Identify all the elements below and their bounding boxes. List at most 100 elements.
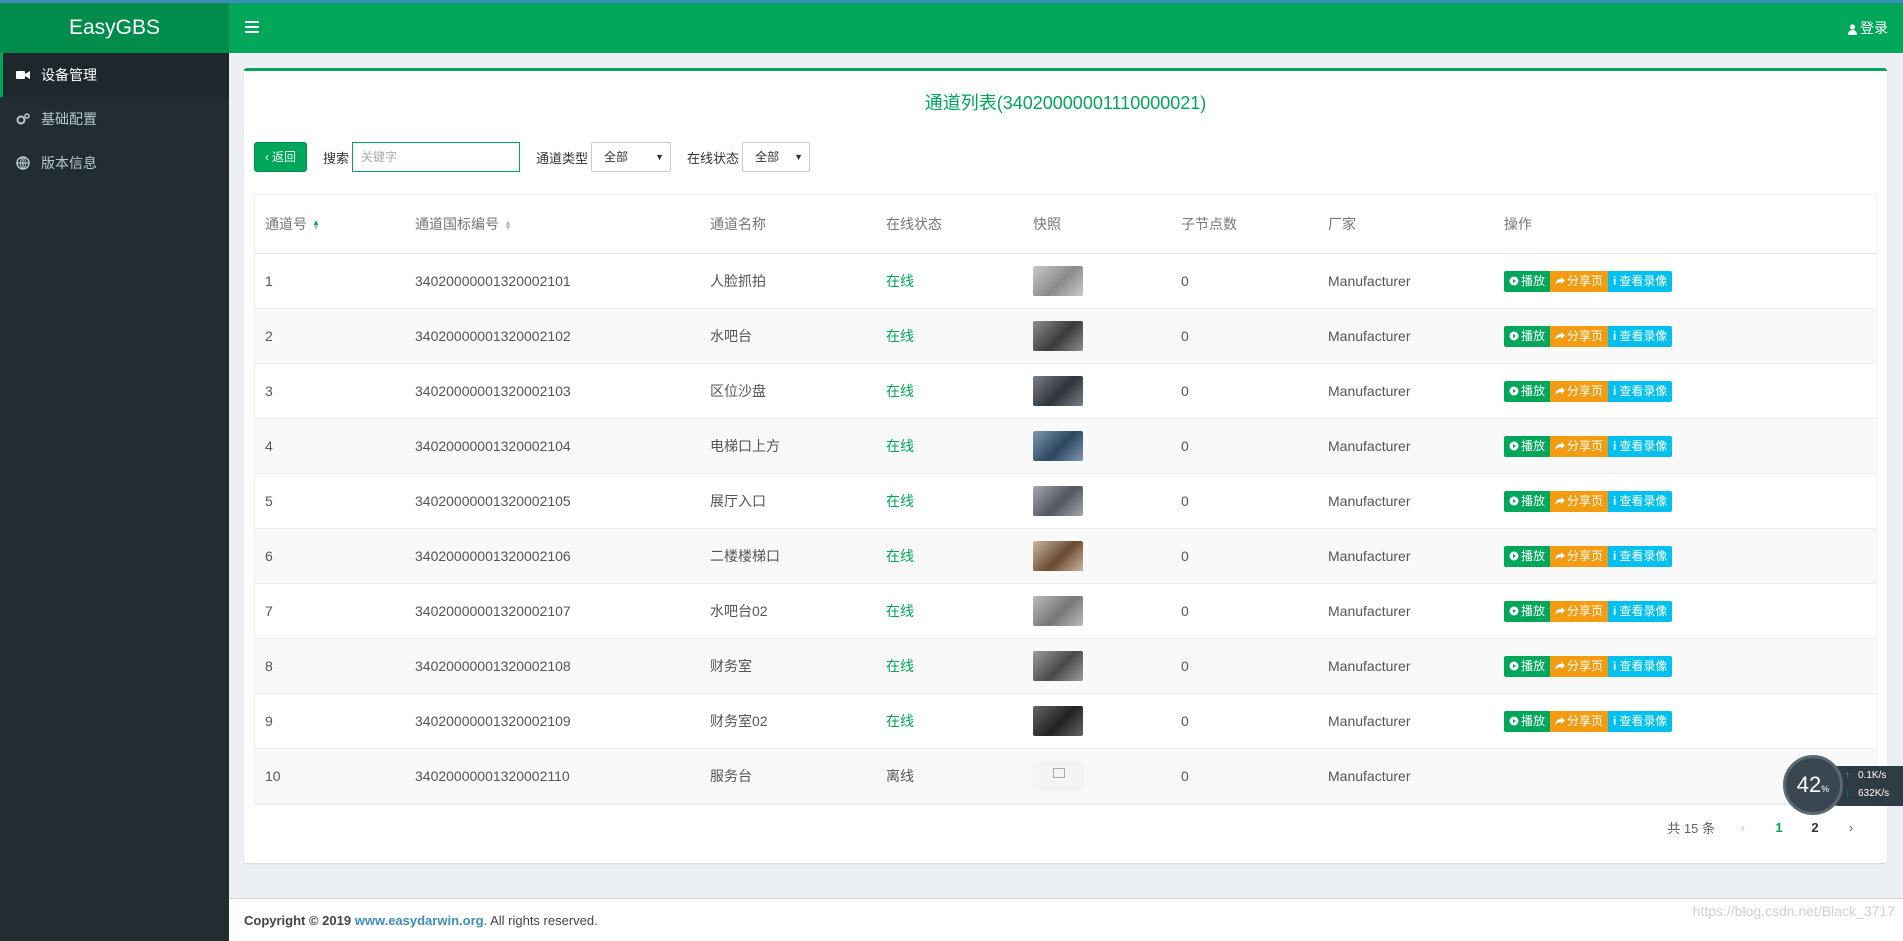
cell-snapshot xyxy=(1023,706,1171,736)
snapshot-thumbnail[interactable] xyxy=(1033,431,1083,461)
page-button-1[interactable]: 1 xyxy=(1761,820,1797,835)
info-icon: i xyxy=(1613,438,1617,453)
play-button[interactable]: 播放 xyxy=(1504,325,1551,347)
play-button[interactable]: 播放 xyxy=(1504,600,1551,622)
cell-vendor: Manufacturer xyxy=(1328,438,1411,454)
view-recording-button[interactable]: i 查看录像 xyxy=(1608,710,1673,732)
action-button-group: 播放 分享页 i 查看录像 xyxy=(1504,380,1878,402)
cell-name: 服务台 xyxy=(710,768,752,784)
column-header-snapshot: 快照 xyxy=(1033,216,1061,232)
pagination: 共 15 条 ‹ 1 2 › xyxy=(1667,818,1869,837)
snapshot-thumbnail[interactable] xyxy=(1033,706,1083,736)
rights-text: . All rights reserved. xyxy=(483,913,598,928)
play-button[interactable]: 播放 xyxy=(1504,655,1551,677)
view-recording-button[interactable]: i 查看录像 xyxy=(1608,435,1673,457)
view-recording-button[interactable]: i 查看录像 xyxy=(1608,655,1673,677)
sidebar-item-version-info[interactable]: 版本信息 xyxy=(0,141,229,185)
cell-snapshot xyxy=(1023,376,1171,406)
snapshot-thumbnail[interactable] xyxy=(1033,321,1083,351)
cell-snapshot xyxy=(1023,486,1171,516)
share-button[interactable]: 分享页 xyxy=(1550,270,1609,292)
view-recording-button[interactable]: i 查看录像 xyxy=(1608,325,1673,347)
arrow-down-icon: ↓ xyxy=(1845,788,1850,799)
share-button[interactable]: 分享页 xyxy=(1550,325,1609,347)
cell-snapshot xyxy=(1023,651,1171,681)
column-header-children: 子节点数 xyxy=(1181,216,1237,232)
cell-snapshot xyxy=(1023,431,1171,461)
sidebar-item-label: 版本信息 xyxy=(41,155,97,171)
cell-snapshot xyxy=(1023,596,1171,626)
snapshot-thumbnail[interactable] xyxy=(1033,541,1083,571)
snapshot-thumbnail[interactable] xyxy=(1033,596,1083,626)
column-header-channel-no[interactable]: 通道号 ▲ ▼ xyxy=(255,214,405,234)
share-icon xyxy=(1555,662,1566,670)
status-badge: 在线 xyxy=(886,438,914,454)
share-button[interactable]: 分享页 xyxy=(1550,600,1609,622)
view-recording-button[interactable]: i 查看录像 xyxy=(1608,490,1673,512)
view-recording-button[interactable]: i 查看录像 xyxy=(1608,270,1673,292)
sort-icon[interactable]: ▲ ▼ xyxy=(504,219,512,232)
share-button[interactable]: 分享页 xyxy=(1550,655,1609,677)
brand-logo[interactable]: EasyGBS xyxy=(0,3,229,53)
prev-page-button[interactable]: ‹ xyxy=(1725,820,1761,835)
play-button[interactable]: 播放 xyxy=(1504,710,1551,732)
share-button[interactable]: 分享页 xyxy=(1550,710,1609,732)
play-button[interactable]: 播放 xyxy=(1504,435,1551,457)
share-icon xyxy=(1555,442,1566,450)
footer: Copyright © 2019 www.easydarwin.org. All… xyxy=(229,898,1903,941)
view-recording-button[interactable]: i 查看录像 xyxy=(1608,545,1673,567)
snapshot-thumbnail[interactable] xyxy=(1033,266,1083,296)
share-button[interactable]: 分享页 xyxy=(1550,435,1609,457)
share-button[interactable]: 分享页 xyxy=(1550,545,1609,567)
column-header-name: 通道名称 xyxy=(710,216,766,232)
status-badge: 在线 xyxy=(886,493,914,509)
column-header-gb-code[interactable]: 通道国标编号 ▲ ▼ xyxy=(405,214,700,234)
status-badge: 在线 xyxy=(886,658,914,674)
sidebar-item-device-management[interactable]: 设备管理 xyxy=(0,53,229,97)
share-button[interactable]: 分享页 xyxy=(1550,380,1609,402)
channel-type-select[interactable]: 全部 ▼ xyxy=(591,142,672,172)
info-icon: i xyxy=(1613,658,1617,673)
action-button-group: 播放 分享页 i 查看录像 xyxy=(1504,490,1878,512)
sidebar-item-basic-config[interactable]: 基础配置 xyxy=(0,97,229,141)
cell-children: 0 xyxy=(1181,438,1189,454)
play-button[interactable]: 播放 xyxy=(1504,490,1551,512)
online-status-select[interactable]: 全部 ▼ xyxy=(742,142,811,172)
cell-name: 水吧台02 xyxy=(710,603,768,619)
play-button[interactable]: 播放 xyxy=(1504,380,1551,402)
table-row: 1 34020000001320002101 人脸抓拍 在线 0 Manufac… xyxy=(255,254,1876,309)
play-button[interactable]: 播放 xyxy=(1504,270,1551,292)
share-button[interactable]: 分享页 xyxy=(1550,490,1609,512)
info-icon: i xyxy=(1613,273,1617,288)
status-badge: 离线 xyxy=(886,768,914,784)
top-navbar: EasyGBS 登录 xyxy=(0,0,1903,53)
cell-channel-no: 4 xyxy=(265,438,273,454)
online-status-value: 全部 xyxy=(755,150,780,164)
view-recording-button[interactable]: i 查看录像 xyxy=(1608,600,1673,622)
cell-snapshot xyxy=(1023,266,1171,296)
cell-children: 0 xyxy=(1181,273,1189,289)
cell-actions: 播放 分享页 i 查看录像 xyxy=(1494,710,1878,732)
website-link[interactable]: www.easydarwin.org xyxy=(355,913,484,928)
info-icon: i xyxy=(1613,493,1617,508)
sort-icon[interactable]: ▲ ▼ xyxy=(312,219,320,232)
back-button[interactable]: ‹ 返回 xyxy=(254,142,308,172)
snapshot-thumbnail[interactable] xyxy=(1033,651,1083,681)
cell-gb-code: 34020000001320002102 xyxy=(415,328,571,344)
info-icon: i xyxy=(1613,713,1617,728)
table-row: 9 34020000001320002109 财务室02 在线 0 Manufa… xyxy=(255,694,1876,749)
network-speed-widget[interactable]: 42% ↑ 0.1K/s ↓ 632K/s xyxy=(1783,755,1903,815)
next-page-button[interactable]: › xyxy=(1833,820,1869,835)
cell-snapshot xyxy=(1023,761,1171,791)
snapshot-thumbnail[interactable] xyxy=(1033,486,1083,516)
login-link[interactable]: 登录 xyxy=(1848,3,1888,53)
search-input[interactable] xyxy=(352,142,521,172)
sidebar-toggle-icon[interactable] xyxy=(245,18,259,38)
view-recording-button[interactable]: i 查看录像 xyxy=(1608,380,1673,402)
snapshot-thumbnail[interactable] xyxy=(1033,376,1083,406)
action-button-group: 播放 分享页 i 查看录像 xyxy=(1504,710,1878,732)
page-button-2[interactable]: 2 xyxy=(1797,820,1833,835)
channel-table: 通道号 ▲ ▼ 通道国标编号 ▲ ▼ 通道名称 在线状态 快照 子节点数 厂家 操作 1… xyxy=(254,194,1877,805)
cell-vendor: Manufacturer xyxy=(1328,768,1411,784)
play-button[interactable]: 播放 xyxy=(1504,545,1551,567)
